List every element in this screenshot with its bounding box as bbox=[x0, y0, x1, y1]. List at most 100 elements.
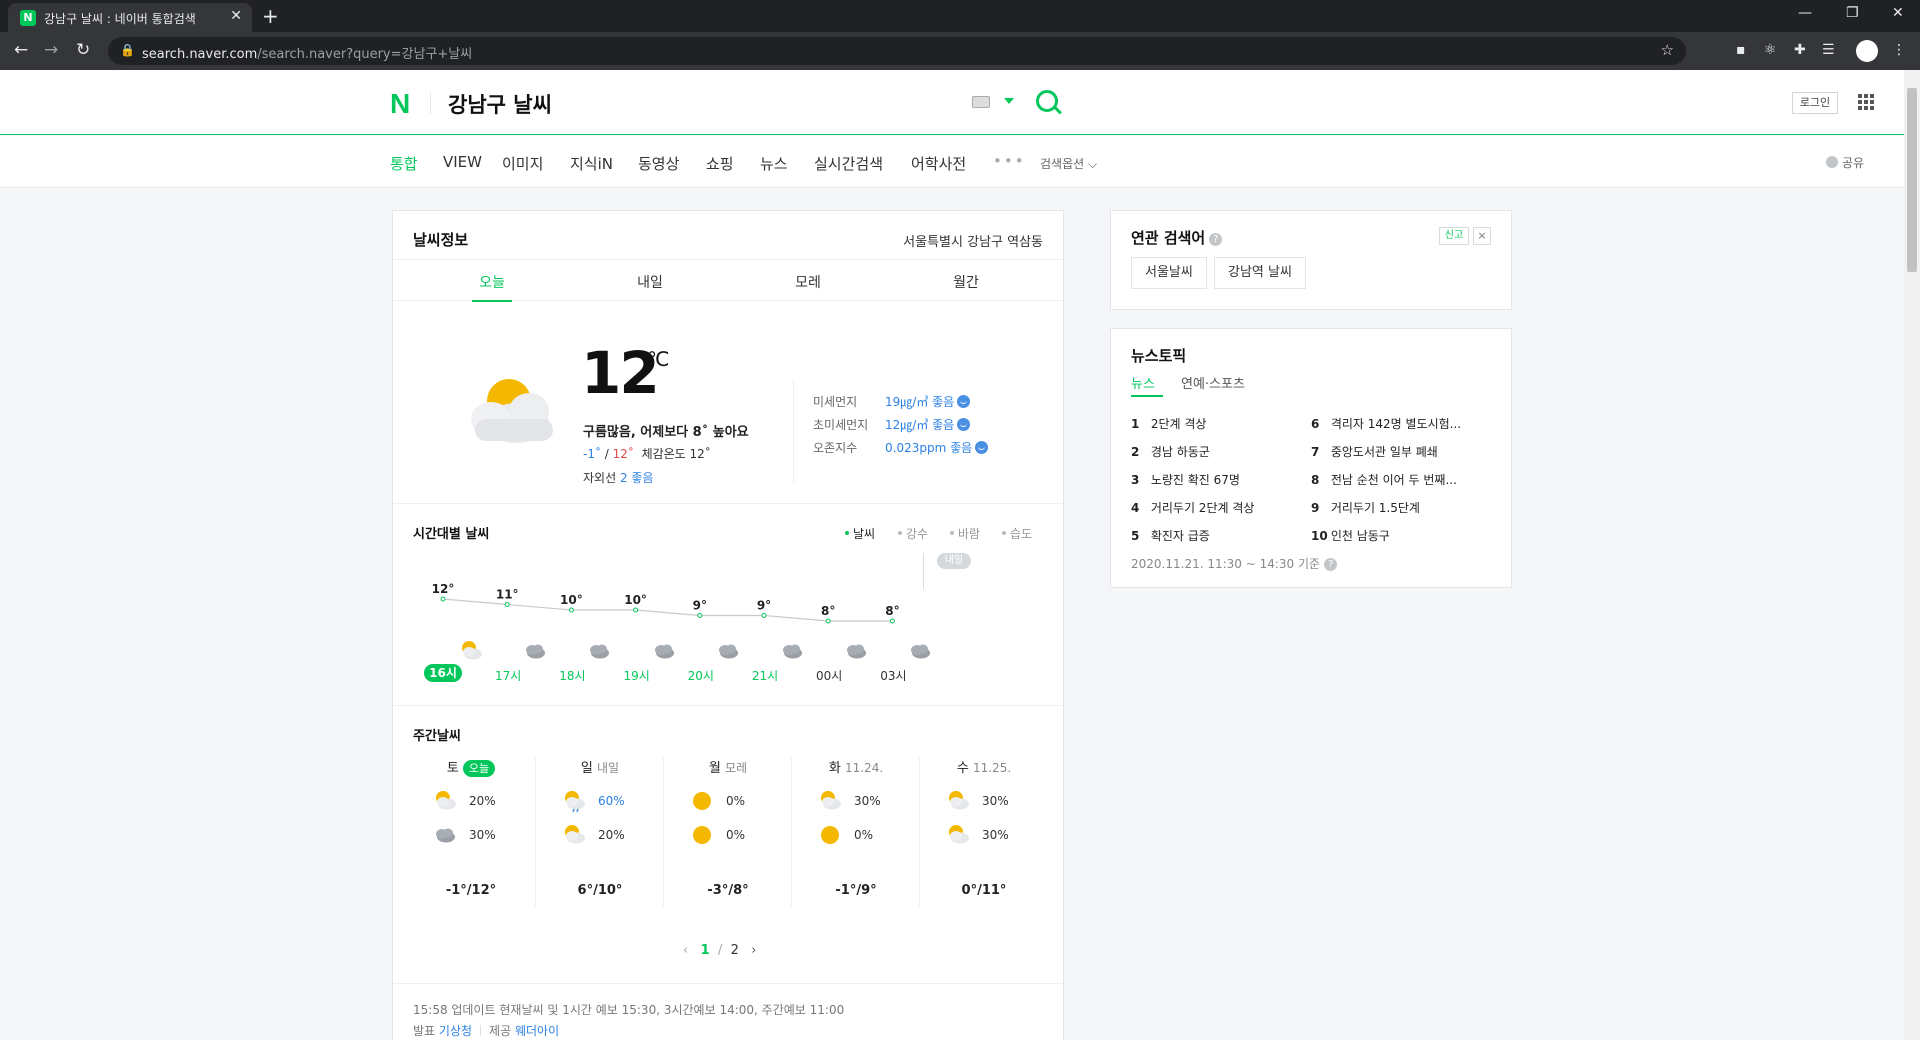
react-devtools-icon[interactable]: ⚛ bbox=[1764, 42, 1777, 58]
weekly-day[interactable]: 수 11.25. 30% 30% 0°/11° bbox=[919, 757, 1047, 907]
pm-forecast: 20% bbox=[536, 823, 664, 847]
help-icon[interactable]: ? bbox=[1324, 558, 1338, 571]
browser-menu-icon[interactable]: ⋮ bbox=[1892, 42, 1906, 58]
report-button[interactable]: 신고 bbox=[1439, 227, 1469, 245]
tab-news[interactable]: 뉴스 bbox=[760, 153, 788, 174]
source-weatheri-link[interactable]: 웨더아이 bbox=[515, 1024, 559, 1038]
legend-wind[interactable]: 바람 bbox=[950, 525, 980, 542]
air-ultrafine-dust[interactable]: 초미세먼지 12㎍/㎥ 좋음 bbox=[813, 416, 971, 433]
more-tabs-icon[interactable]: ••• bbox=[993, 152, 1026, 170]
legend-weather[interactable]: 날씨 bbox=[845, 525, 875, 542]
weekly-day-label: 일 내일 bbox=[580, 761, 620, 776]
tab-shopping[interactable]: 쇼핑 bbox=[706, 153, 734, 174]
tab-day-after[interactable]: 모레 bbox=[729, 272, 887, 292]
cloudy-icon bbox=[436, 828, 455, 843]
weather-location[interactable]: 서울특별시 강남구 역삼동 bbox=[903, 231, 1043, 250]
news-topic-item[interactable]: 3 노량진 확진 67명 bbox=[1131, 471, 1297, 488]
extension-icon[interactable]: ▪ bbox=[1736, 42, 1746, 58]
update-info: 15:58 업데이트 현재날씨 및 1시간 예보 15:30, 3시간예보 14… bbox=[413, 1003, 845, 1017]
am-forecast: 20% bbox=[407, 789, 535, 813]
tab-view[interactable]: VIEW bbox=[443, 153, 482, 171]
tab-kin[interactable]: 지식iN bbox=[570, 153, 613, 174]
search-query[interactable]: 강남구 날씨 bbox=[448, 89, 552, 119]
rain-sun-icon bbox=[565, 791, 585, 813]
news-topic-item[interactable]: 2 경남 하동군 bbox=[1131, 443, 1297, 460]
maximize-icon[interactable]: ❐ bbox=[1846, 5, 1859, 21]
tab-close-icon[interactable]: ✕ bbox=[230, 8, 242, 24]
extensions-puzzle-icon[interactable]: ✚ bbox=[1794, 42, 1806, 58]
news-topic-item[interactable]: 7 중앙도서관 일부 폐쇄 bbox=[1311, 443, 1477, 460]
browser-tab[interactable]: N 강남구 날씨 : 네이버 통합검색 ✕ bbox=[8, 3, 252, 32]
search-icon[interactable] bbox=[1036, 90, 1058, 112]
prev-page-icon[interactable]: ‹ bbox=[683, 943, 688, 958]
new-tab-icon[interactable]: + bbox=[262, 4, 279, 28]
tab-video[interactable]: 동영상 bbox=[638, 153, 679, 174]
weekly-day[interactable]: 토 오늘 20% 30% -1°/12° bbox=[407, 757, 535, 907]
page-scrollbar[interactable] bbox=[1904, 70, 1920, 1040]
air-fine-dust[interactable]: 미세먼지 19㎍/㎥ 좋음 bbox=[813, 393, 971, 410]
close-icon[interactable]: × bbox=[1473, 227, 1491, 245]
hour-label: 00시 bbox=[816, 669, 843, 683]
weekly-day[interactable]: 월 모레 0% 0% -3°/8° bbox=[663, 757, 791, 907]
temperature-label: 9° bbox=[757, 599, 771, 613]
cloudy-icon bbox=[718, 644, 738, 659]
pm-forecast: 30% bbox=[920, 823, 1048, 847]
temperature-unit: ℃ bbox=[647, 347, 670, 371]
reload-icon[interactable]: ↻ bbox=[76, 40, 90, 60]
hour-label: 16시 bbox=[424, 664, 462, 682]
legend-humidity[interactable]: 습도 bbox=[1002, 525, 1032, 542]
related-keyword[interactable]: 서울날씨 bbox=[1131, 257, 1207, 289]
minimize-icon[interactable]: — bbox=[1798, 5, 1812, 21]
weekly-temperature: -1°/9° bbox=[835, 883, 877, 898]
hour-label: 03시 bbox=[880, 669, 907, 683]
news-topic-item[interactable]: 10 인천 남동구 bbox=[1311, 527, 1477, 544]
scrollbar-thumb[interactable] bbox=[1907, 88, 1917, 272]
reading-list-icon[interactable]: ☰ bbox=[1822, 42, 1835, 58]
tab-entertainment-sports[interactable]: 연예·스포츠 bbox=[1181, 373, 1245, 392]
next-page-icon[interactable]: › bbox=[751, 943, 756, 958]
news-topic-item[interactable]: 5 확진자 급증 bbox=[1131, 527, 1297, 544]
tab-realtime[interactable]: 실시간검색 bbox=[814, 153, 883, 174]
naver-logo[interactable]: N bbox=[390, 88, 410, 120]
url-field[interactable]: 🔒 search.naver.com/search.naver?query=강남… bbox=[108, 37, 1686, 65]
share-button[interactable]: 공유 bbox=[1826, 154, 1864, 171]
news-topic-item[interactable]: 8 전남 순천 이어 두 번째... bbox=[1311, 471, 1477, 488]
autocomplete-toggle-icon[interactable] bbox=[1004, 98, 1014, 104]
legend-precipitation[interactable]: 강수 bbox=[898, 525, 928, 542]
back-icon[interactable]: ← bbox=[14, 40, 28, 60]
tab-monthly[interactable]: 월간 bbox=[887, 272, 1045, 292]
tab-integrated[interactable]: 통합 bbox=[390, 153, 418, 174]
tab-dictionary[interactable]: 어학사전 bbox=[911, 153, 966, 174]
weekly-pager: ‹ 1 / 2 › bbox=[683, 943, 757, 958]
tab-today[interactable]: 오늘 bbox=[413, 272, 571, 292]
profile-avatar[interactable] bbox=[1856, 40, 1878, 62]
temperature-label: 11° bbox=[496, 588, 519, 602]
tab-title: 강남구 날씨 : 네이버 통합검색 bbox=[44, 12, 196, 26]
forward-icon[interactable]: → bbox=[44, 40, 58, 60]
apps-grid-icon[interactable] bbox=[1858, 94, 1874, 110]
related-keyword[interactable]: 강남역 날씨 bbox=[1214, 257, 1306, 289]
login-button[interactable]: 로그인 bbox=[1792, 92, 1838, 114]
tab-tomorrow[interactable]: 내일 bbox=[571, 272, 729, 292]
bookmark-star-icon[interactable]: ☆ bbox=[1661, 41, 1674, 59]
window-close-icon[interactable]: ✕ bbox=[1892, 5, 1904, 21]
min-max-temperature: -1˚ / 12˚ 체감온도 12˚ bbox=[583, 447, 711, 461]
weekly-day[interactable]: 일 내일 60% 20% 6°/10° bbox=[535, 757, 663, 907]
search-options-button[interactable]: 검색옵션 ⌵ bbox=[1040, 155, 1097, 172]
help-icon[interactable]: ? bbox=[1209, 233, 1223, 246]
tab-news-topic[interactable]: 뉴스 bbox=[1131, 373, 1155, 392]
temperature-point bbox=[440, 596, 446, 602]
news-topic-item[interactable]: 6 격리자 142명 별도시험... bbox=[1311, 415, 1477, 432]
news-topic-item[interactable]: 9 거리두기 1.5단계 bbox=[1311, 499, 1477, 516]
air-ozone[interactable]: 오존지수 0.023ppm 좋음 bbox=[813, 439, 989, 456]
keyboard-icon[interactable] bbox=[972, 96, 990, 108]
source-kma-link[interactable]: 기상청 bbox=[439, 1024, 472, 1038]
pm-forecast: 30% bbox=[407, 823, 535, 847]
news-topic-item[interactable]: 4 거리두기 2단계 격상 bbox=[1131, 499, 1297, 516]
weekly-day-label: 월 모레 bbox=[708, 761, 748, 776]
weekly-day[interactable]: 화 11.24. 30% 0% -1°/9° bbox=[791, 757, 919, 907]
news-topic-item[interactable]: 1 2단계 격상 bbox=[1131, 415, 1297, 432]
partly-cloudy-icon bbox=[821, 791, 841, 810]
tab-images[interactable]: 이미지 bbox=[502, 153, 543, 174]
am-forecast: 60% bbox=[536, 789, 664, 813]
